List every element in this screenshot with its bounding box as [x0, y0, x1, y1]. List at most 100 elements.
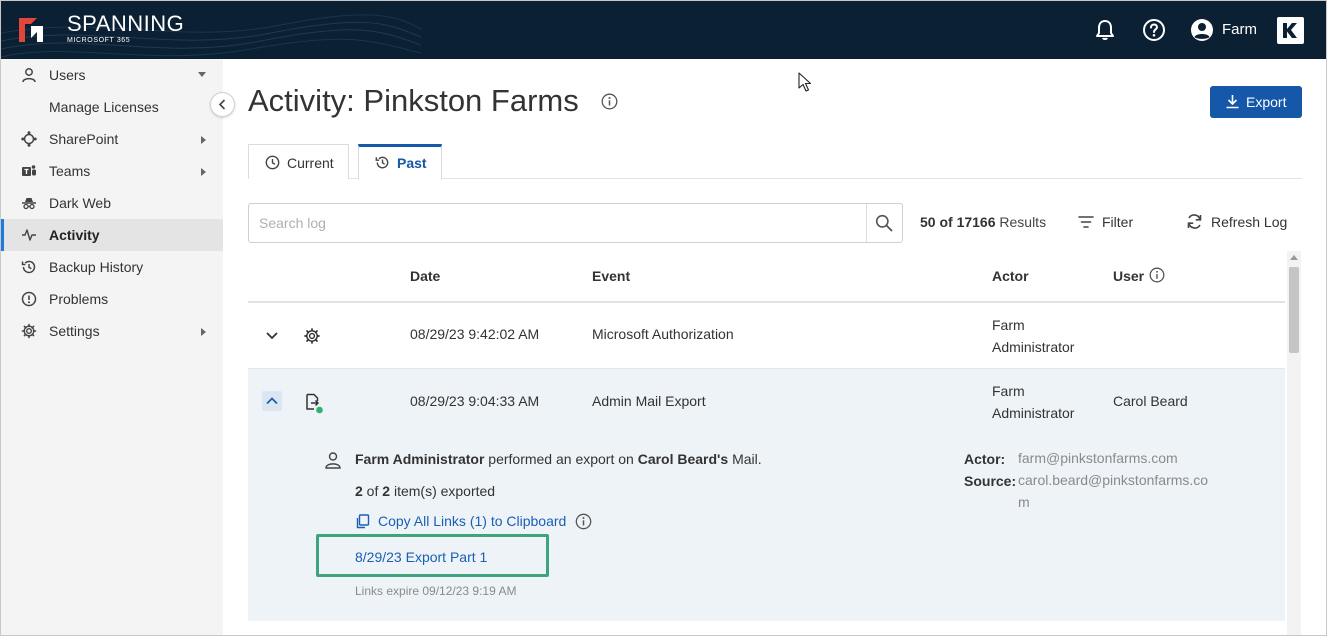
export-part-link[interactable]: 8/29/23 Export Part 1: [355, 549, 487, 565]
brand-wordmark[interactable]: SPANNING MICROSOFT 365: [67, 12, 184, 45]
sidebar-item-activity[interactable]: Activity: [1, 219, 223, 251]
info-icon[interactable]: [1149, 267, 1165, 283]
detail-mid-text: performed an export on: [484, 451, 638, 467]
export-button[interactable]: Export: [1210, 86, 1302, 118]
header-wave-decoration: [1, 14, 421, 58]
sidebar-item-label: Problems: [49, 291, 109, 307]
detail-target-name: Carol Beard's: [637, 451, 729, 467]
tab-label: Past: [397, 155, 427, 171]
chevron-down-icon[interactable]: [262, 325, 282, 345]
tab-past[interactable]: Past: [358, 144, 442, 180]
filter-icon: [1078, 216, 1094, 228]
table-scrollbar[interactable]: [1287, 251, 1301, 635]
detail-tail-text: Mail.: [728, 451, 762, 467]
sidebar-item-teams[interactable]: Teams: [1, 155, 223, 187]
chevron-right-icon: [201, 328, 206, 336]
scroll-up-arrow-icon[interactable]: [1290, 255, 1298, 260]
sidebar-item-backup-history[interactable]: Backup History: [1, 251, 223, 283]
detail-actor-name: Farm Administrator: [355, 451, 485, 467]
table-row[interactable]: 08/29/23 9:42:02 AM Microsoft Authorizat…: [248, 303, 1285, 369]
row-date: 08/29/23 9:42:02 AM: [410, 326, 540, 342]
mouse-cursor-icon: [798, 72, 812, 92]
sidebar-item-sharepoint[interactable]: SharePoint: [1, 123, 223, 155]
kaseya-logo-icon[interactable]: [1277, 17, 1304, 44]
sharepoint-icon: [21, 131, 37, 147]
bell-icon[interactable]: [1093, 18, 1117, 42]
sidebar-item-problems[interactable]: Problems: [1, 283, 223, 315]
copy-icon: [356, 514, 370, 529]
column-header-date[interactable]: Date: [410, 268, 440, 284]
info-icon[interactable]: [575, 513, 592, 530]
sidebar-item-label: Manage Licenses: [49, 99, 159, 115]
search-input[interactable]: [259, 213, 849, 233]
user-icon: [22, 68, 36, 83]
collapse-sidebar-button[interactable]: [210, 92, 235, 117]
user-name-label[interactable]: Farm: [1222, 21, 1257, 38]
activity-icon: [22, 229, 36, 241]
row-user: Carol Beard: [1113, 393, 1188, 409]
sidebar-item-label: Settings: [49, 323, 100, 339]
source-email: carol.beard@pinkstonfarms.com: [1018, 472, 1209, 510]
sidebar-item-dark-web[interactable]: Dark Web: [1, 187, 223, 219]
source-key: Source:: [964, 473, 1017, 489]
copy-links-label: Copy All Links (1) to Clipboard: [378, 513, 567, 529]
info-icon[interactable]: [601, 93, 618, 110]
column-header-user[interactable]: User: [1113, 268, 1144, 284]
search-icon[interactable]: [875, 214, 893, 232]
sidebar-item-manage-licenses[interactable]: Manage Licenses: [1, 91, 223, 123]
brand-subtitle: MICROSOFT 365: [67, 37, 131, 44]
sidebar-item-users[interactable]: Users: [1, 59, 223, 91]
tab-current[interactable]: Current: [248, 144, 349, 179]
top-bar: SPANNING MICROSOFT 365 Farm: [1, 1, 1326, 59]
column-header-actor[interactable]: Actor: [992, 268, 1029, 284]
links-expire-text: Links expire 09/12/23 9:19 AM: [355, 584, 517, 598]
row-actor: Farm Administrator: [992, 383, 1075, 421]
refresh-log-button[interactable]: Refresh Log: [1186, 212, 1292, 232]
history-icon: [21, 260, 36, 274]
export-file-icon: [306, 393, 323, 414]
items-exported-count: 2 of 2 item(s) exported: [355, 483, 495, 499]
sidebar-item-label: Users: [49, 67, 86, 83]
sidebar-item-label: SharePoint: [49, 131, 119, 147]
sidebar-item-label: Activity: [49, 227, 100, 243]
chevron-left-icon: [218, 99, 226, 110]
sidebar-item-settings[interactable]: Settings: [1, 315, 223, 347]
results-suffix: Results: [995, 214, 1047, 230]
count-total: 2: [382, 483, 391, 499]
history-icon: [375, 156, 389, 169]
app-window: SPANNING MICROSOFT 365 Farm Users Manage…: [0, 0, 1327, 636]
row-date: 08/29/23 9:04:33 AM: [410, 393, 540, 409]
clock-icon: [265, 155, 280, 170]
spy-icon: [22, 198, 36, 210]
row-actor: Farm Administrator: [992, 317, 1075, 355]
help-icon[interactable]: [1142, 18, 1166, 42]
filter-button[interactable]: Filter: [1078, 212, 1140, 232]
actor-email: farm@pinkstonfarms.com: [1018, 450, 1178, 466]
page-title: Activity: Pinkston Farms: [248, 83, 579, 118]
results-count: 50 of 17166 Results: [920, 214, 1046, 230]
count-done: 2: [355, 483, 363, 499]
refresh-log-label: Refresh Log: [1211, 214, 1288, 230]
results-shown: 50 of 17166: [920, 214, 996, 230]
row-detail-panel: Farm Administrator performed an export o…: [248, 435, 1285, 621]
actor-key: Actor:: [964, 451, 1006, 467]
user-avatar-icon[interactable]: [1190, 18, 1214, 42]
refresh-icon: [1187, 214, 1202, 229]
sidebar-item-label: Backup History: [49, 259, 144, 275]
tab-label: Current: [287, 155, 334, 171]
chevron-right-icon: [201, 136, 206, 144]
count-of: of: [362, 483, 383, 499]
download-icon: [1226, 95, 1239, 109]
scrollbar-thumb[interactable]: [1289, 267, 1299, 353]
count-suffix: item(s) exported: [390, 483, 496, 499]
spanning-logo-icon[interactable]: [17, 16, 45, 44]
person-icon: [325, 452, 341, 469]
chevron-up-icon[interactable]: [262, 391, 282, 411]
alert-circle-icon: [21, 291, 37, 307]
sidebar: Users Manage Licenses SharePoint Teams D…: [1, 59, 223, 635]
row-event: Admin Mail Export: [592, 393, 706, 409]
sidebar-item-label: Dark Web: [49, 195, 111, 211]
table-row-expanded[interactable]: 08/29/23 9:04:33 AM Admin Mail Export Fa…: [248, 369, 1285, 435]
column-header-event[interactable]: Event: [592, 268, 630, 284]
export-button-label: Export: [1246, 94, 1287, 110]
